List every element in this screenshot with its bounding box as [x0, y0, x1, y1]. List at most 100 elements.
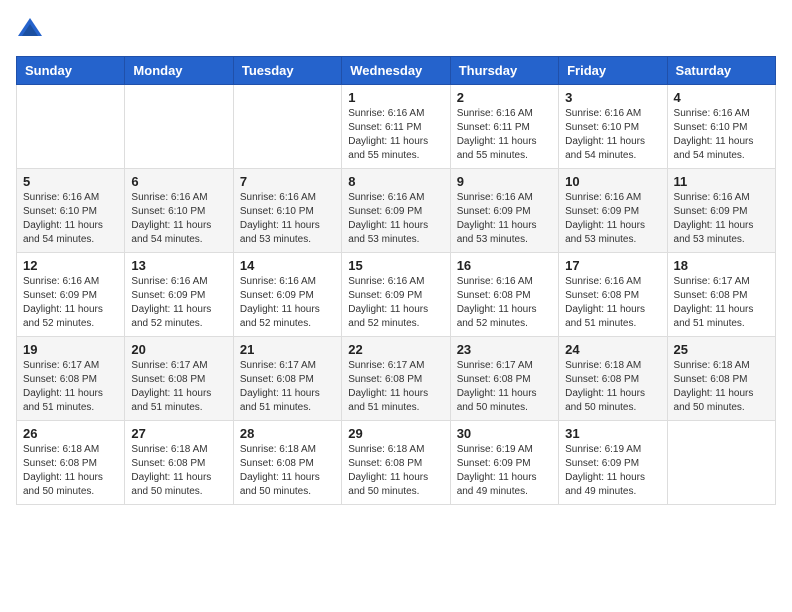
day-info: Sunrise: 6:18 AM Sunset: 6:08 PM Dayligh…: [240, 443, 335, 499]
day-info: Sunrise: 6:16 AM Sunset: 6:09 PM Dayligh…: [131, 275, 226, 331]
day-info: Sunrise: 6:16 AM Sunset: 6:09 PM Dayligh…: [348, 191, 443, 247]
calendar-cell: 23 Sunrise: 6:17 AM Sunset: 6:08 PM Dayli…: [450, 337, 558, 421]
calendar-cell: 17 Sunrise: 6:16 AM Sunset: 6:08 PM Dayli…: [559, 253, 667, 337]
day-info: Sunrise: 6:17 AM Sunset: 6:08 PM Dayligh…: [457, 359, 552, 415]
calendar-cell: 3 Sunrise: 6:16 AM Sunset: 6:10 PM Daylig…: [559, 85, 667, 169]
calendar-cell: 21 Sunrise: 6:17 AM Sunset: 6:08 PM Dayli…: [233, 337, 341, 421]
calendar-cell: 2 Sunrise: 6:16 AM Sunset: 6:11 PM Daylig…: [450, 85, 558, 169]
day-number: 10: [565, 174, 660, 189]
day-number: 27: [131, 426, 226, 441]
day-info: Sunrise: 6:16 AM Sunset: 6:11 PM Dayligh…: [348, 107, 443, 163]
day-info: Sunrise: 6:17 AM Sunset: 6:08 PM Dayligh…: [23, 359, 118, 415]
weekday-header: Sunday: [17, 57, 125, 85]
day-info: Sunrise: 6:16 AM Sunset: 6:09 PM Dayligh…: [23, 275, 118, 331]
calendar-cell: 4 Sunrise: 6:16 AM Sunset: 6:10 PM Daylig…: [667, 85, 775, 169]
day-number: 15: [348, 258, 443, 273]
day-info: Sunrise: 6:16 AM Sunset: 6:09 PM Dayligh…: [565, 191, 660, 247]
day-number: 8: [348, 174, 443, 189]
logo: [16, 16, 48, 44]
day-number: 11: [674, 174, 769, 189]
weekday-header: Friday: [559, 57, 667, 85]
day-number: 30: [457, 426, 552, 441]
day-number: 6: [131, 174, 226, 189]
calendar-cell: 30 Sunrise: 6:19 AM Sunset: 6:09 PM Dayli…: [450, 421, 558, 505]
calendar-cell: 31 Sunrise: 6:19 AM Sunset: 6:09 PM Dayli…: [559, 421, 667, 505]
day-number: 18: [674, 258, 769, 273]
day-info: Sunrise: 6:16 AM Sunset: 6:10 PM Dayligh…: [131, 191, 226, 247]
calendar-cell: 22Sunrise: 6:17 AM Sunset: 6:08 PM Dayli…: [342, 337, 450, 421]
day-number: 25: [674, 342, 769, 357]
calendar-cell: [667, 421, 775, 505]
calendar-cell: [125, 85, 233, 169]
weekday-header: Tuesday: [233, 57, 341, 85]
day-number: 4: [674, 90, 769, 105]
day-number: 24: [565, 342, 660, 357]
day-number: 17: [565, 258, 660, 273]
calendar-cell: 26Sunrise: 6:18 AM Sunset: 6:08 PM Dayli…: [17, 421, 125, 505]
day-number: 31: [565, 426, 660, 441]
day-info: Sunrise: 6:16 AM Sunset: 6:08 PM Dayligh…: [565, 275, 660, 331]
calendar-cell: 10 Sunrise: 6:16 AM Sunset: 6:09 PM Dayli…: [559, 169, 667, 253]
calendar-cell: 25 Sunrise: 6:18 AM Sunset: 6:08 PM Dayli…: [667, 337, 775, 421]
day-info: Sunrise: 6:18 AM Sunset: 6:08 PM Dayligh…: [674, 359, 769, 415]
day-info: Sunrise: 6:16 AM Sunset: 6:09 PM Dayligh…: [240, 275, 335, 331]
day-number: 29: [348, 426, 443, 441]
day-number: 2: [457, 90, 552, 105]
day-info: Sunrise: 6:19 AM Sunset: 6:09 PM Dayligh…: [457, 443, 552, 499]
day-info: Sunrise: 6:16 AM Sunset: 6:09 PM Dayligh…: [674, 191, 769, 247]
day-info: Sunrise: 6:16 AM Sunset: 6:10 PM Dayligh…: [240, 191, 335, 247]
day-number: 7: [240, 174, 335, 189]
day-info: Sunrise: 6:16 AM Sunset: 6:11 PM Dayligh…: [457, 107, 552, 163]
calendar-cell: 5 Sunrise: 6:16 AM Sunset: 6:10 PM Daylig…: [17, 169, 125, 253]
calendar-cell: 24Sunrise: 6:18 AM Sunset: 6:08 PM Dayli…: [559, 337, 667, 421]
day-number: 28: [240, 426, 335, 441]
calendar-cell: 15Sunrise: 6:16 AM Sunset: 6:09 PM Dayli…: [342, 253, 450, 337]
day-number: 3: [565, 90, 660, 105]
calendar-cell: 29 Sunrise: 6:18 AM Sunset: 6:08 PM Dayli…: [342, 421, 450, 505]
day-number: 12: [23, 258, 118, 273]
calendar-cell: 8 Sunrise: 6:16 AM Sunset: 6:09 PM Daylig…: [342, 169, 450, 253]
calendar-cell: [233, 85, 341, 169]
calendar-table: SundayMondayTuesdayWednesdayThursdayFrid…: [16, 56, 776, 505]
calendar-week-row: 19Sunrise: 6:17 AM Sunset: 6:08 PM Dayli…: [17, 337, 776, 421]
day-info: Sunrise: 6:16 AM Sunset: 6:10 PM Dayligh…: [674, 107, 769, 163]
day-info: Sunrise: 6:17 AM Sunset: 6:08 PM Dayligh…: [674, 275, 769, 331]
day-number: 5: [23, 174, 118, 189]
day-number: 20: [131, 342, 226, 357]
day-info: Sunrise: 6:16 AM Sunset: 6:09 PM Dayligh…: [457, 191, 552, 247]
page-header: [16, 16, 776, 44]
calendar-cell: 19Sunrise: 6:17 AM Sunset: 6:08 PM Dayli…: [17, 337, 125, 421]
day-number: 22: [348, 342, 443, 357]
calendar-cell: 18 Sunrise: 6:17 AM Sunset: 6:08 PM Dayli…: [667, 253, 775, 337]
day-number: 21: [240, 342, 335, 357]
day-info: Sunrise: 6:16 AM Sunset: 6:08 PM Dayligh…: [457, 275, 552, 331]
calendar-cell: 12 Sunrise: 6:16 AM Sunset: 6:09 PM Dayli…: [17, 253, 125, 337]
day-info: Sunrise: 6:16 AM Sunset: 6:10 PM Dayligh…: [23, 191, 118, 247]
day-number: 1: [348, 90, 443, 105]
calendar-cell: 16Sunrise: 6:16 AM Sunset: 6:08 PM Dayli…: [450, 253, 558, 337]
day-number: 9: [457, 174, 552, 189]
day-info: Sunrise: 6:19 AM Sunset: 6:09 PM Dayligh…: [565, 443, 660, 499]
day-number: 23: [457, 342, 552, 357]
logo-icon: [16, 16, 44, 44]
day-info: Sunrise: 6:17 AM Sunset: 6:08 PM Dayligh…: [131, 359, 226, 415]
day-number: 14: [240, 258, 335, 273]
weekday-header: Thursday: [450, 57, 558, 85]
day-number: 13: [131, 258, 226, 273]
calendar-cell: 11 Sunrise: 6:16 AM Sunset: 6:09 PM Dayli…: [667, 169, 775, 253]
day-info: Sunrise: 6:17 AM Sunset: 6:08 PM Dayligh…: [240, 359, 335, 415]
calendar-cell: 20 Sunrise: 6:17 AM Sunset: 6:08 PM Dayli…: [125, 337, 233, 421]
weekday-header: Monday: [125, 57, 233, 85]
calendar-week-row: 26 Sunrise: 6:18 AM Sunset: 6:08 PM Dayli…: [17, 421, 776, 505]
calendar-cell: 28 Sunrise: 6:18 AM Sunset: 6:08 PM Dayli…: [233, 421, 341, 505]
calendar-header-row: SundayMondayTuesdayWednesdayThursdayFrid…: [17, 57, 776, 85]
calendar-cell: [17, 85, 125, 169]
calendar-cell: 27 Sunrise: 6:18 AM Sunset: 6:08 PM Dayli…: [125, 421, 233, 505]
day-info: Sunrise: 6:18 AM Sunset: 6:08 PM Dayligh…: [131, 443, 226, 499]
weekday-header: Saturday: [667, 57, 775, 85]
calendar-cell: 9 Sunrise: 6:16 AM Sunset: 6:09 PM Daylig…: [450, 169, 558, 253]
day-info: Sunrise: 6:16 AM Sunset: 6:10 PM Dayligh…: [565, 107, 660, 163]
day-number: 26: [23, 426, 118, 441]
calendar-cell: 1 Sunrise: 6:16 AM Sunset: 6:11 PM Daylig…: [342, 85, 450, 169]
day-info: Sunrise: 6:18 AM Sunset: 6:08 PM Dayligh…: [348, 443, 443, 499]
